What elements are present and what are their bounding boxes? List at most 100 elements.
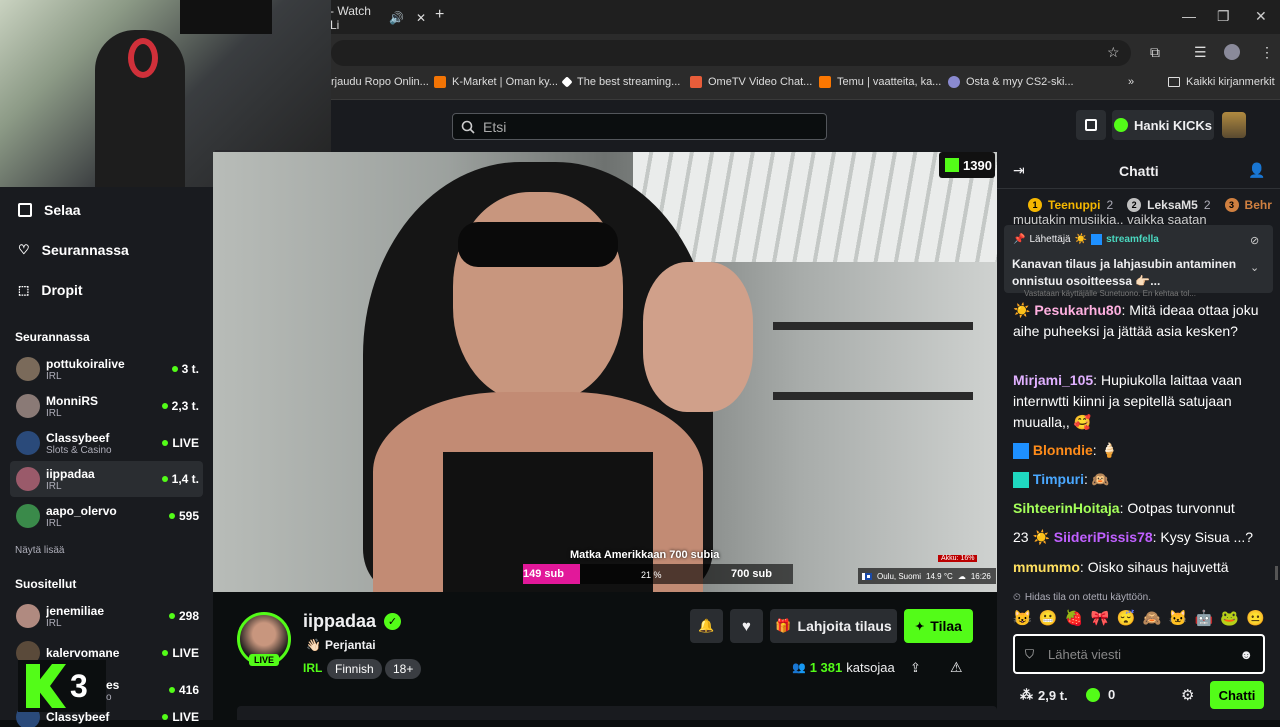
notification-button[interactable]: 🔔 [690, 609, 723, 643]
pinned-sender: 📌 Lähettäjä ☀️ streamfella [1013, 234, 1159, 245]
shield-icon: ⛉ [1025, 646, 1035, 661]
ometv-icon [690, 76, 702, 88]
channel-item[interactable]: aapo_olervo IRL 595 [10, 498, 203, 534]
emote[interactable]: 😐 [1246, 609, 1265, 627]
emote[interactable]: 😴 [1117, 609, 1136, 627]
expand-pin-icon[interactable]: ⌄ [1250, 261, 1259, 274]
nav-drops[interactable]: ⬚ Dropit [18, 282, 83, 298]
emote[interactable]: 🎀 [1091, 609, 1110, 627]
leaderboard-entry[interactable]: 3 Behr [1224, 198, 1272, 212]
channel-item[interactable]: Classybeef Slots & Casino LIVE [10, 425, 203, 461]
emote[interactable]: 🐱 [1169, 609, 1188, 627]
moderator-badge-icon [1013, 443, 1029, 460]
channel-item[interactable]: pottukoiralive IRL 3 t. [10, 351, 203, 387]
live-dot [168, 613, 175, 619]
search-input[interactable]: Etsi [452, 113, 827, 140]
share-icon[interactable]: ⇪ [910, 660, 921, 676]
new-tab-button[interactable]: + [435, 6, 444, 24]
kicks-balance[interactable]: ⁂ 2,9 t. [1020, 687, 1068, 703]
close-tab-icon[interactable]: ✕ [416, 11, 426, 25]
chat-input-placeholder: Lähetä viesti [1048, 646, 1122, 662]
emote[interactable]: 🍓 [1065, 609, 1084, 627]
emote[interactable]: 😺 [1013, 609, 1032, 627]
bookmark-item[interactable]: rjaudu Ropo Onlin... [331, 76, 429, 88]
video-player[interactable]: 1390 Matka Amerikkaan 700 subia 149 sub … [213, 152, 997, 592]
follow-button[interactable]: ♥ [730, 609, 763, 643]
pin-icon: 📌 [1013, 234, 1026, 245]
bookmark-item[interactable]: Temu | vaatteita, ka... [819, 76, 941, 88]
chat-settings-icon[interactable]: ⚙ [1181, 686, 1194, 704]
channel-points[interactable]: 0 [1086, 687, 1115, 702]
chat-username[interactable]: SiideriPissis78 [1054, 529, 1153, 545]
bookmark-item[interactable]: OmeTV Video Chat... [690, 76, 812, 88]
sub-goal-title: Matka Amerikkaan 700 subia [570, 549, 720, 561]
video-shelf [773, 322, 973, 330]
emote[interactable]: 🙈 [1143, 609, 1162, 627]
chat-username[interactable]: mmummo [1013, 559, 1080, 575]
tag-adult[interactable]: 18+ [385, 659, 422, 679]
store-button[interactable] [1076, 110, 1106, 140]
extensions-icon[interactable]: ⧉ [1150, 44, 1160, 61]
chat-users-icon[interactable]: 👤 [1248, 162, 1265, 179]
subscribe-button[interactable]: ✦ Tilaa [904, 609, 973, 643]
chat-scrollbar[interactable] [1275, 566, 1278, 580]
tag-finnish[interactable]: Finnish [327, 659, 382, 679]
kick-badge-number: 3 [70, 667, 88, 704]
minimize-icon[interactable]: — [1182, 8, 1196, 24]
emoji-icon[interactable]: ☻ [1239, 647, 1253, 662]
media-icon[interactable]: ☰ [1194, 44, 1207, 61]
emote[interactable]: 😬 [1039, 609, 1058, 627]
emote[interactable]: 🤖 [1194, 609, 1213, 627]
browser-menu-icon[interactable]: ⋮ [1260, 44, 1274, 61]
viewer-count: 👥 1 381 katsojaa [792, 660, 895, 675]
drops-icon: ⬚ [18, 283, 30, 297]
address-field[interactable] [331, 40, 1131, 66]
bookmark-item[interactable]: K-Market | Oman ky... [434, 76, 558, 88]
channel-item-selected[interactable]: iippadaa IRL 1,4 t. [10, 461, 203, 497]
close-window-icon[interactable]: ✕ [1255, 8, 1267, 25]
chat-message: mmummo: Oisko sihaus hajuvettä [1013, 559, 1229, 575]
profile-icon[interactable] [1224, 44, 1240, 60]
avatar [16, 604, 40, 628]
user-avatar[interactable] [1222, 112, 1246, 138]
channel-item[interactable]: jenemiliae IRL 298 [10, 598, 203, 634]
leaderboard-entry[interactable]: 2 LeksaM5 2 [1127, 198, 1211, 212]
verified-icon: ✓ [384, 613, 402, 630]
video-hand [643, 262, 753, 412]
show-more-link[interactable]: Näytä lisää [15, 545, 64, 556]
slow-mode-notice: ⏲ Hidas tila on otettu käyttöön. [1013, 592, 1151, 603]
search-icon [461, 120, 475, 134]
sparkle-icon: ✦ [915, 620, 925, 633]
nav-browse[interactable]: Selaa [18, 202, 81, 218]
chat-username[interactable]: Mirjami_105 [1013, 372, 1093, 388]
chat-username[interactable]: SihteerinHoitaja [1013, 500, 1120, 516]
chat-username[interactable]: Pesukarhu80 [1034, 302, 1121, 318]
channel-name[interactable]: iippadaa ✓ [303, 611, 402, 632]
chat-username[interactable]: Blonndie [1033, 442, 1093, 458]
bookmarks-overflow[interactable]: » [1128, 76, 1134, 88]
points-icon [1086, 687, 1100, 702]
bookmark-star-icon[interactable]: ☆ [1107, 44, 1120, 61]
get-kicks-button[interactable]: Hanki KICKs [1112, 110, 1214, 140]
nav-following[interactable]: ♡ Seurannassa [18, 242, 129, 258]
audio-icon[interactable]: 🔊 [389, 11, 404, 25]
maximize-icon[interactable]: ❐ [1217, 8, 1230, 25]
channel-item[interactable]: MonniRS IRL 2,3 t. [10, 388, 203, 424]
stream-category[interactable]: IRL [303, 661, 322, 675]
gift-sub-button[interactable]: 🎁 Lahjoita tilaus [770, 609, 897, 643]
leaderboard-entry[interactable]: 1 Teenuppi 2 [1028, 198, 1113, 212]
chat-message: 23 ☀️ SiideriPissis78: Kysy Sisua ...? [1013, 529, 1254, 545]
all-bookmarks[interactable]: Kaikki kirjanmerkit [1168, 76, 1275, 88]
hide-pin-icon[interactable]: ⊘ [1250, 234, 1259, 247]
chat-username[interactable]: Timpuri [1033, 471, 1084, 487]
kick-k-logo [26, 664, 66, 708]
bookmark-item[interactable]: Osta & myy CS2-ski... [948, 76, 1074, 88]
collapse-chat-icon[interactable]: ⇥ [1013, 162, 1025, 179]
heart-icon: ♥ [742, 617, 751, 635]
bookmark-item[interactable]: The best streaming... [561, 76, 680, 88]
emote[interactable]: 🐸 [1220, 609, 1239, 627]
chat-input-box[interactable]: ⛉ Lähetä viesti ☻ [1013, 634, 1265, 674]
report-icon[interactable]: ⚠ [950, 659, 963, 676]
send-chat-button[interactable]: Chatti [1210, 681, 1264, 709]
browser-tab[interactable]: - Watch Li 🔊 ✕ [330, 4, 426, 32]
